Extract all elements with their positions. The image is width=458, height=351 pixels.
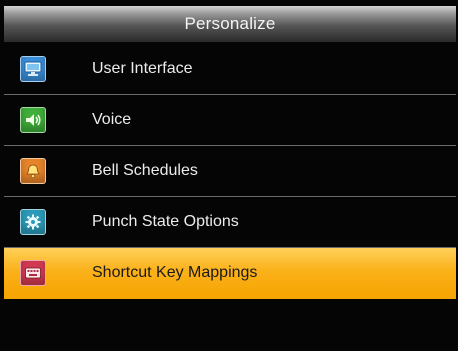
screen: Personalize User Interface Voice Bell Sc… (0, 0, 458, 351)
menu-item-voice[interactable]: Voice (4, 95, 456, 146)
menu-item-bell-schedules[interactable]: Bell Schedules (4, 146, 456, 197)
bell-icon (20, 158, 46, 184)
keyboard-icon (20, 260, 46, 286)
menu-item-label: Shortcut Key Mappings (92, 264, 258, 281)
menu-item-punch-state-options[interactable]: Punch State Options (4, 197, 456, 248)
menu-item-shortcut-key-mappings[interactable]: Shortcut Key Mappings (4, 248, 456, 299)
menu-item-label: User Interface (92, 60, 193, 77)
speaker-icon (20, 107, 46, 133)
menu-item-label: Bell Schedules (92, 162, 198, 179)
monitor-icon (20, 56, 46, 82)
menu-list: User Interface Voice Bell Schedules Punc… (4, 44, 456, 299)
gear-icon (20, 209, 46, 235)
page-title: Personalize (4, 6, 456, 42)
menu-item-label: Punch State Options (92, 213, 239, 230)
menu-item-label: Voice (92, 111, 132, 128)
menu-item-user-interface[interactable]: User Interface (4, 44, 456, 95)
page-title-text: Personalize (184, 14, 276, 33)
